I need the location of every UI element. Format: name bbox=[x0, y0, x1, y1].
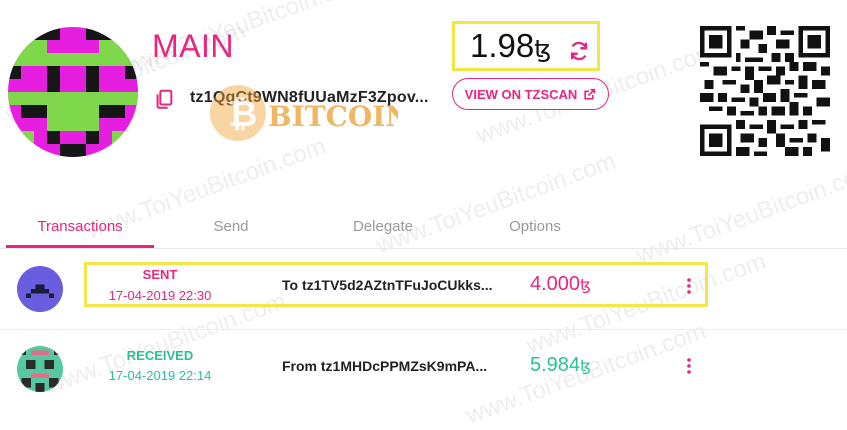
transaction-amount: 5.984ꜩ bbox=[530, 354, 591, 377]
wallet-balance: 1.98ꜩ bbox=[470, 27, 551, 65]
counterparty-avatar bbox=[17, 346, 63, 392]
amount-value: 5.984 bbox=[530, 354, 581, 376]
tezos-currency-icon: ꜩ bbox=[534, 36, 552, 63]
transaction-type: RECEIVED bbox=[126, 348, 194, 363]
more-options-icon[interactable] bbox=[683, 357, 695, 375]
external-link-icon bbox=[584, 88, 596, 100]
transaction-row[interactable]: RECEIVED 17-04-2019 22:14 From tz1MHDcPP… bbox=[0, 330, 847, 410]
tab-transactions[interactable]: Transactions bbox=[6, 218, 154, 235]
address-qr-code bbox=[700, 26, 830, 156]
view-on-tzscan-button[interactable]: VIEW ON TZSCAN bbox=[452, 78, 609, 110]
balance-amount: 1.98 bbox=[470, 27, 535, 64]
transaction-highlight bbox=[84, 262, 708, 307]
active-tab-indicator bbox=[6, 245, 154, 248]
watermark-logo-text: BITCOIN bbox=[268, 100, 398, 133]
tab-send[interactable]: Send bbox=[190, 218, 272, 235]
tzscan-button-label: VIEW ON TZSCAN bbox=[464, 86, 578, 102]
bitcoin-watermark-logo: ₿ BITCOIN bbox=[210, 85, 398, 141]
counterparty-avatar bbox=[17, 266, 63, 312]
transaction-counterparty: From tz1MHDcPPMZsK9mPA... bbox=[282, 358, 488, 374]
wallet-avatar bbox=[8, 27, 138, 157]
refresh-icon[interactable] bbox=[568, 40, 590, 62]
transaction-date: 17-04-2019 22:14 bbox=[108, 368, 212, 383]
wallet-name: MAIN bbox=[152, 28, 234, 64]
tezos-currency-icon: ꜩ bbox=[580, 358, 591, 375]
tab-options[interactable]: Options bbox=[490, 218, 580, 235]
tab-delegate[interactable]: Delegate bbox=[333, 218, 433, 235]
wallet-tabs: Transactions Send Delegate Options bbox=[0, 210, 847, 249]
copy-icon[interactable] bbox=[153, 88, 175, 110]
svg-text:₿: ₿ bbox=[228, 94, 257, 135]
